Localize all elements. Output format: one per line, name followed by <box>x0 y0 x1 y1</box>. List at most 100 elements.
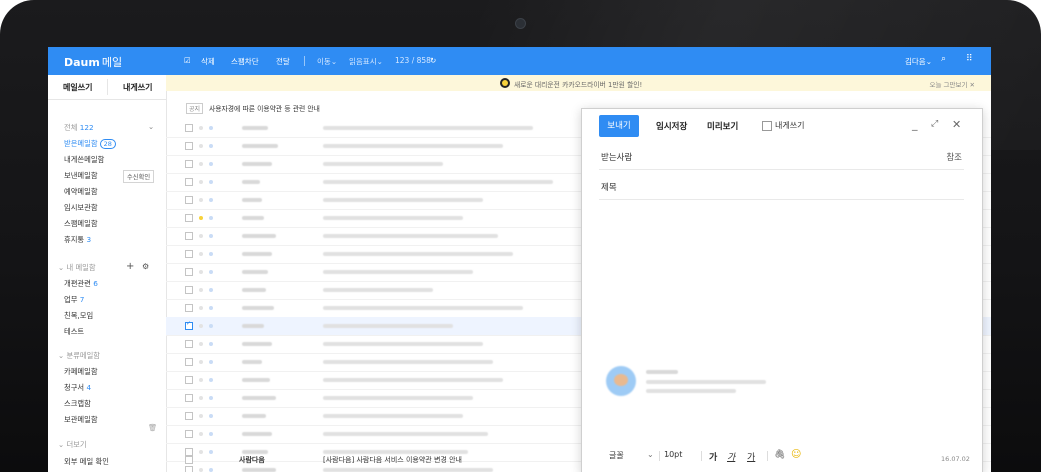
subject-field[interactable]: 제목 <box>599 177 964 200</box>
notice-row[interactable]: 공지 사용자경에 따른 이용약관 등 관련 안내 <box>186 103 320 114</box>
row-checkbox[interactable] <box>185 250 193 258</box>
sidebar-item-test[interactable]: 테스트 <box>64 327 84 337</box>
sender-blur <box>242 270 268 274</box>
sender-blur <box>242 396 276 400</box>
sidebar-item-self[interactable]: 내게쓴메일함 <box>64 155 104 165</box>
flag-dot <box>209 126 213 130</box>
read-dot <box>199 126 203 130</box>
user-menu[interactable]: 김다음⌄ <box>905 56 932 67</box>
sidebar-item-reserved[interactable]: 예약메일함 <box>64 187 98 197</box>
sender-blur <box>242 288 266 292</box>
sender-blur <box>242 432 272 436</box>
sidebar-item-trash[interactable]: 휴지통 3 <box>64 235 91 245</box>
row-checkbox[interactable] <box>185 320 193 330</box>
row-checkbox[interactable] <box>185 196 193 204</box>
read-dot <box>199 270 203 274</box>
sidebar-item-work[interactable]: 업무 7 <box>64 295 84 305</box>
sidebar-item-all[interactable]: 전체 122 <box>64 123 94 133</box>
sidebar-item-drafts[interactable]: 임시보관함 <box>64 203 98 213</box>
compose-button[interactable]: 메일쓰기 <box>63 82 92 93</box>
sidebar-item-folder[interactable]: 개편관련 6 <box>64 279 98 289</box>
settings-icon[interactable]: ⚙ <box>142 262 149 271</box>
subject-blur <box>323 360 493 364</box>
sidebar-item-spam[interactable]: 스팸메일함 <box>64 219 98 229</box>
refresh-icon[interactable]: ↻ <box>430 56 436 65</box>
row-checkbox[interactable] <box>185 178 193 186</box>
banner-text[interactable]: 새로운 대리운전 카카오드라이버 1만원 할인! <box>514 79 642 89</box>
ad-banner: 새로운 대리운전 카카오드라이버 1만원 할인! 오늘 그만보기 ✕ <box>166 75 991 91</box>
to-self-checkbox[interactable] <box>762 121 772 131</box>
forward-button[interactable]: 전달 <box>276 56 290 67</box>
read-dot <box>199 234 203 238</box>
subject-blur <box>323 216 463 220</box>
delete-button[interactable]: 삭제 <box>201 56 215 67</box>
sidebar-item-inbox[interactable]: 받은메일함 28 <box>64 139 116 149</box>
flag-dot <box>209 432 213 436</box>
row-checkbox[interactable] <box>185 160 193 168</box>
sender-blur <box>242 180 260 184</box>
row-checkbox[interactable] <box>185 124 193 132</box>
row-checkbox[interactable] <box>185 214 193 222</box>
recipient-field[interactable]: 받는사람 참조 <box>599 147 964 170</box>
category-header[interactable]: ⌄ 분류메일함 <box>58 351 100 361</box>
move-dropdown[interactable]: 이동⌄ <box>317 56 337 67</box>
sender-blur <box>242 468 276 472</box>
mark-read-dropdown[interactable]: 읽음표시⌄ <box>349 56 383 67</box>
compose-window: 보내기 임시저장 미리보기 내게쓰기 _ ⤢ ✕ 받는사람 참조 제목 글꼴 ⌄… <box>581 108 983 472</box>
sidebar-item-scrap[interactable]: 스크랩함 <box>64 399 91 409</box>
row-checkbox[interactable] <box>185 232 193 240</box>
checkall-icon[interactable]: ☑ <box>184 56 191 65</box>
table-row-partial[interactable]: 사람다음 [사람다음] 사람다음 서비스 이용약관 변경 안내 16.07.02 <box>166 454 991 466</box>
send-button[interactable]: 보내기 <box>599 115 639 137</box>
daum-logo[interactable]: Daum 메일 <box>64 54 122 70</box>
flag-dot <box>209 288 213 292</box>
spam-block-button[interactable]: 스팸차단 <box>231 56 259 67</box>
read-receipt-button[interactable]: 수신확인 <box>123 170 155 183</box>
row-checkbox[interactable] <box>185 286 193 294</box>
chevron-down-icon[interactable]: ⌄ <box>148 122 154 131</box>
write-to-self-button[interactable]: 내게쓰기 <box>123 82 152 93</box>
subject-blur <box>323 342 483 346</box>
subject-blur <box>323 180 553 184</box>
row-checkbox[interactable] <box>185 412 193 420</box>
sidebar-item-archive[interactable]: 보관메일함 <box>64 415 98 425</box>
dismiss-today-button[interactable]: 오늘 그만보기 ✕ <box>930 79 975 89</box>
star-icon[interactable] <box>199 216 203 220</box>
row-checkbox[interactable] <box>185 268 193 276</box>
row-checkbox[interactable] <box>185 456 193 464</box>
search-icon[interactable]: ⌕ <box>941 54 946 64</box>
my-mailbox-header[interactable]: ⌄ 내 메일함 <box>58 263 96 273</box>
row-checkbox[interactable] <box>185 358 193 366</box>
flag-dot <box>209 324 213 328</box>
sender-blur <box>242 324 264 328</box>
sidebar-item-bills[interactable]: 청구서 4 <box>64 383 91 393</box>
add-folder-icon[interactable]: + <box>126 261 134 272</box>
read-dot <box>199 288 203 292</box>
subject-blur <box>323 306 523 310</box>
sidebar-item-friends[interactable]: 친목,모임 <box>64 311 93 321</box>
signature-blur <box>646 370 678 374</box>
expand-icon[interactable]: ⤢ <box>931 119 938 129</box>
minimize-icon[interactable]: _ <box>912 118 918 131</box>
preview-button[interactable]: 미리보기 <box>707 120 738 132</box>
row-checkbox[interactable] <box>185 340 193 348</box>
row-checkbox[interactable] <box>185 304 193 312</box>
sidebar-item-sent[interactable]: 보낸메일함 <box>64 171 98 181</box>
subject-blur <box>323 234 498 238</box>
row-checkbox[interactable] <box>185 430 193 438</box>
row-checkbox[interactable] <box>185 142 193 150</box>
more-header[interactable]: ⌄ 더보기 <box>58 440 87 450</box>
subject-blur <box>323 126 533 130</box>
sidebar-item-cafe[interactable]: 카페메일함 <box>64 367 98 377</box>
row-checkbox[interactable] <box>185 466 193 472</box>
trash-icon[interactable]: 🗑 <box>148 423 157 432</box>
flag-dot <box>209 306 213 310</box>
read-dot <box>199 180 203 184</box>
grid-icon[interactable]: ⠿ <box>966 54 973 64</box>
row-checkbox[interactable] <box>185 376 193 384</box>
cc-button[interactable]: 참조 <box>946 151 962 163</box>
row-checkbox[interactable] <box>185 394 193 402</box>
save-draft-button[interactable]: 임시저장 <box>656 120 687 132</box>
sidebar-item-external[interactable]: 외부 메일 확인 <box>64 457 109 467</box>
close-icon[interactable]: ✕ <box>952 118 961 131</box>
